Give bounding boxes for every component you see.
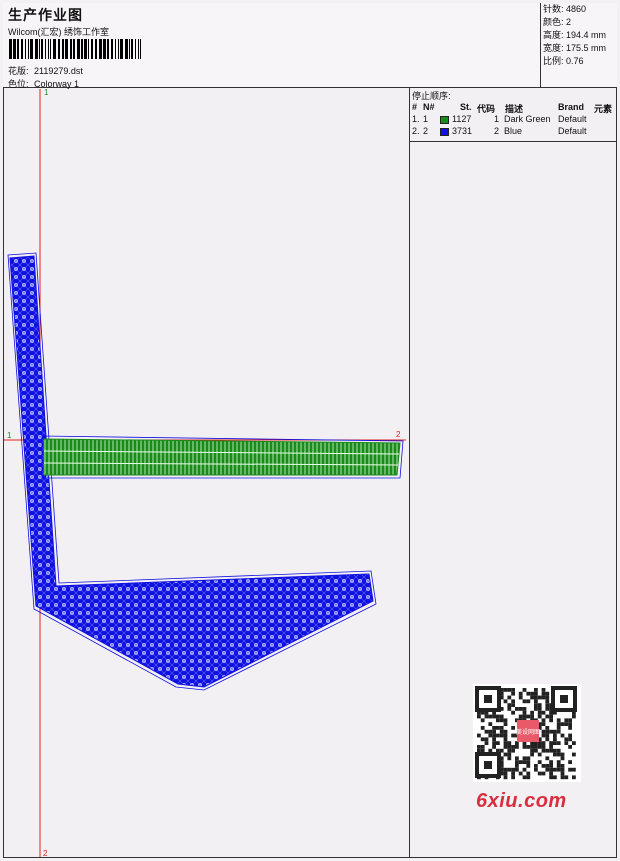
panel-separator [410,141,617,142]
embroidery-preview [4,89,406,857]
file-line: 花版: 2119279.dst [8,64,83,77]
colorway-value: Colorway 1 [34,79,80,89]
qr-code-image: 美设网图 [473,684,581,782]
table-row: 2. 2 3731 2 Blue Default [412,126,587,136]
svg-text:美设网图: 美设网图 [516,728,540,736]
header: 生产作业图 Wilcom(汇宏) 绣饰工作室 花版: 2119279.dst 色… [3,3,617,89]
col-number: N# [423,102,435,112]
file-value: 2119279.dst [34,66,83,76]
stop-sequence-header: # N# St. 代码 描述 Brand 元素 [410,102,617,114]
col-brand: Brand [558,102,585,112]
stat-scale: 比例: 0.76 [543,56,584,66]
stat-height: 高度: 194.4 mm [543,30,607,40]
col-index: # [412,102,418,112]
stop-sequence-panel: 停止顺序: # N# St. 代码 描述 Brand 元素 1. 1 1127 … [410,88,617,142]
stat-colors: 颜色: 2 [543,17,572,27]
end-marker-bottom: 2 [43,849,48,858]
colorway-label: 色位: [8,79,29,89]
end-marker-right: 2 [396,430,401,439]
stop-sequence-title: 停止顺序: [412,91,451,101]
stat-stitches: 针数: 4860 [543,4,587,14]
stat-width: 宽度: 175.5 mm [543,43,607,53]
barcode [9,39,141,59]
col-stitches: St. [460,102,472,112]
start-marker-left: 1 [7,431,12,440]
table-row: 1. 1 1127 1 Dark Green Default [412,114,587,124]
company-name: Wilcom(汇宏) 绣饰工作室 [8,27,109,37]
file-label: 花版: [8,66,29,76]
page-title: 生产作业图 [8,7,83,23]
panel-divider [409,88,410,858]
color-swatch [440,128,449,136]
color-swatch [440,116,449,124]
design-stats: 针数: 4860 颜色: 2 高度: 194.4 mm 宽度: 175.5 mm… [540,3,617,88]
start-marker-top: 1 [44,88,49,97]
green-stitch-bar [43,438,401,476]
watermark-site: 6xiu.com [476,790,567,812]
